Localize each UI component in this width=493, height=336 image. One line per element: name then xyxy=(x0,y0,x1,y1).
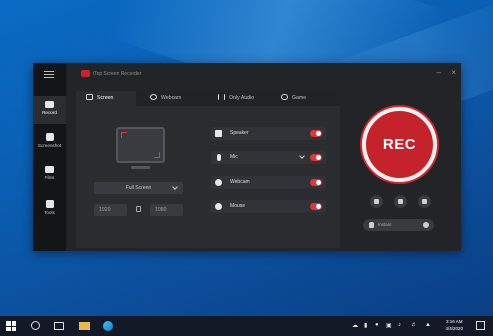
rec-button-ring: REC xyxy=(360,105,439,184)
screenshot-icon[interactable] xyxy=(394,195,407,208)
speaker-toggle[interactable] xyxy=(310,130,322,137)
tab-game[interactable]: Game xyxy=(281,91,336,106)
wifi-icon[interactable]: ▲ xyxy=(425,322,431,328)
mode-tabs: Screen Webcam Only Audio Game xyxy=(76,91,340,106)
mic-icon xyxy=(217,154,221,161)
webcam-icon xyxy=(215,179,222,186)
color-icon[interactable]: ● xyxy=(375,322,379,328)
screenshot-icon xyxy=(45,133,54,141)
menu-icon[interactable] xyxy=(44,71,54,78)
app-logo-icon xyxy=(81,70,90,77)
notification-icon[interactable] xyxy=(476,321,485,330)
width-input[interactable]: 1920 xyxy=(94,204,127,216)
monitor-icon xyxy=(86,94,93,101)
speaker-icon xyxy=(215,130,222,137)
rec-button[interactable]: REC xyxy=(366,111,433,178)
chevron-down-icon[interactable] xyxy=(299,153,305,159)
mouse-toggle[interactable] xyxy=(310,203,322,210)
tab-only-audio[interactable]: Only Audio xyxy=(218,91,278,106)
option-speaker: Speaker xyxy=(211,127,326,140)
home-icon[interactable] xyxy=(370,195,383,208)
taskbar: ☁ ▮ ● ▣ ♪ ♬ ▲ 3:16 AM 4/4/2020 xyxy=(0,316,493,336)
sidebar-item-record[interactable]: Record xyxy=(33,96,66,124)
app-title: iTop Screen Recorder xyxy=(93,71,142,77)
chevron-down-icon xyxy=(172,184,178,190)
tools-icon xyxy=(45,200,54,208)
monitor-stand xyxy=(131,166,150,169)
search-icon[interactable] xyxy=(31,321,40,330)
sidebar-item-files[interactable]: Files xyxy=(33,161,66,189)
option-mic: Mic xyxy=(211,151,326,164)
edge-icon[interactable] xyxy=(103,321,113,331)
folder-icon xyxy=(45,166,54,173)
height-input[interactable]: 1080 xyxy=(150,204,183,216)
capture-mode-select[interactable]: Full Screen xyxy=(94,182,183,194)
record-panel: Screen Webcam Only Audio Game Full Scree… xyxy=(76,91,340,248)
audio-wave-icon xyxy=(218,94,225,101)
timer-icon[interactable] xyxy=(418,195,431,208)
tab-screen[interactable]: Screen xyxy=(76,91,136,106)
start-icon[interactable] xyxy=(6,321,16,331)
sidebar-item-screenshot[interactable]: Screenshot xyxy=(33,128,66,156)
person-icon xyxy=(369,222,374,228)
option-mouse: Mouse xyxy=(211,200,326,213)
gamepad-icon xyxy=(281,94,288,101)
volume-icon[interactable]: ♪ xyxy=(398,322,401,328)
speaker-icon[interactable]: ♬ xyxy=(411,322,417,328)
close-icon[interactable]: × xyxy=(451,69,456,77)
sidebar-item-tools[interactable]: Tools xyxy=(33,195,66,223)
sidebar: Record Screenshot Files Tools xyxy=(33,63,66,251)
minimize-icon[interactable]: – xyxy=(437,69,441,77)
task-view-icon[interactable] xyxy=(54,322,64,330)
usb-icon[interactable]: ▮ xyxy=(364,322,367,329)
mouse-icon xyxy=(215,203,222,210)
mic-toggle[interactable] xyxy=(310,154,322,161)
option-webcam: Webcam xyxy=(211,176,326,189)
lock-icon[interactable] xyxy=(136,206,141,212)
title-bar: iTop Screen Recorder – × xyxy=(66,63,461,85)
tab-webcam[interactable]: Webcam xyxy=(150,91,210,106)
network-icon[interactable]: ▣ xyxy=(386,322,392,329)
webcam-toggle[interactable] xyxy=(310,179,322,186)
webcam-icon xyxy=(150,94,157,101)
file-explorer-icon[interactable] xyxy=(79,322,90,330)
instant-toggle[interactable]: Instant xyxy=(363,219,434,231)
recorder-window: Record Screenshot Files Tools iTop Scree… xyxy=(33,63,461,251)
cloud-icon[interactable]: ☁ xyxy=(352,322,358,329)
clock[interactable]: 3:16 AM 4/4/2020 xyxy=(445,318,463,332)
camera-icon xyxy=(45,101,54,108)
screen-region-preview[interactable] xyxy=(116,127,165,163)
